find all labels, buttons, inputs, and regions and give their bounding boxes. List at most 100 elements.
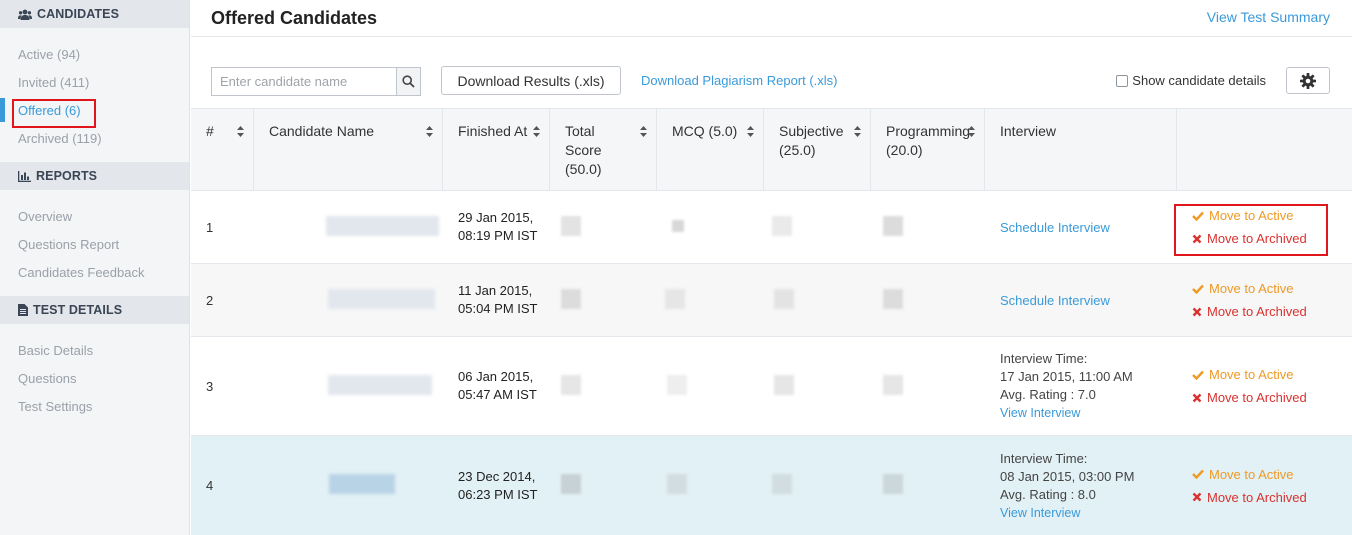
sort-icon bbox=[533, 126, 540, 137]
gear-icon bbox=[1300, 72, 1316, 89]
interview-cell: Schedule Interview bbox=[985, 293, 1177, 308]
subjective-score-redacted bbox=[764, 215, 871, 239]
show-candidate-details-toggle[interactable]: Show candidate details bbox=[1116, 73, 1266, 88]
search-box bbox=[211, 67, 421, 96]
subjective-score-redacted bbox=[764, 374, 871, 398]
subjective-score-redacted bbox=[764, 288, 871, 312]
total-score-redacted bbox=[550, 374, 657, 398]
interview-time-label: Interview Time: bbox=[1000, 351, 1088, 366]
view-interview-link[interactable]: View Interview bbox=[1000, 504, 1177, 522]
candidate-name-redacted[interactable] bbox=[254, 374, 443, 398]
candidates-section-header: CANDIDATES bbox=[0, 0, 189, 28]
row-number: 2 bbox=[206, 292, 214, 308]
column-header-programming[interactable]: Programming (20.0) bbox=[871, 109, 985, 190]
actions-cell: Move to Active Move to Archived bbox=[1177, 363, 1352, 409]
sort-icon bbox=[237, 126, 244, 137]
close-icon bbox=[1192, 393, 1202, 402]
check-icon bbox=[1192, 211, 1204, 221]
move-to-archived-button[interactable]: Move to Archived bbox=[1192, 300, 1352, 323]
column-header-subjective[interactable]: Subjective (25.0) bbox=[764, 109, 871, 190]
sidebar-item-candidates-feedback[interactable]: Candidates Feedback bbox=[0, 258, 189, 286]
move-to-active-button[interactable]: Move to Active bbox=[1192, 204, 1352, 227]
check-icon bbox=[1192, 469, 1204, 479]
move-to-active-button[interactable]: Move to Active bbox=[1192, 277, 1352, 300]
row-number: 1 bbox=[206, 219, 214, 235]
candidate-name-redacted[interactable] bbox=[254, 288, 443, 312]
sidebar-item-questions[interactable]: Questions bbox=[0, 364, 189, 392]
column-header-mcq[interactable]: MCQ (5.0) bbox=[657, 109, 764, 190]
candidates-list: Active (94) Invited (411) Offered (6) Ar… bbox=[0, 28, 189, 162]
view-interview-link[interactable]: View Interview bbox=[1000, 404, 1177, 422]
column-header-number[interactable]: # bbox=[191, 109, 254, 190]
table-row: 1 29 Jan 2015, 08:19 PM IST Schedule Int… bbox=[191, 191, 1352, 264]
download-results-button[interactable]: Download Results (.xls) bbox=[441, 66, 621, 95]
move-to-archived-button[interactable]: Move to Archived bbox=[1192, 227, 1352, 250]
search-button[interactable] bbox=[396, 68, 420, 95]
programming-score-redacted bbox=[871, 215, 985, 239]
interview-time-label: Interview Time: bbox=[1000, 450, 1088, 466]
total-score-redacted bbox=[550, 215, 657, 239]
row-number: 3 bbox=[206, 378, 214, 394]
reports-list: Overview Questions Report Candidates Fee… bbox=[0, 190, 189, 296]
sidebar-item-offered[interactable]: Offered (6) bbox=[0, 96, 189, 124]
finished-at-cell: 11 Jan 2015, 05:04 PM IST bbox=[458, 283, 538, 316]
column-header-interview: Interview bbox=[985, 109, 1177, 190]
check-icon bbox=[1192, 284, 1204, 294]
sort-icon bbox=[640, 126, 647, 137]
toolbar: Download Results (.xls) Download Plagiar… bbox=[211, 66, 1330, 96]
sort-icon bbox=[747, 126, 754, 137]
schedule-interview-link[interactable]: Schedule Interview bbox=[1000, 220, 1110, 235]
page-title: Offered Candidates bbox=[211, 8, 378, 28]
table-row-selected: 4 23 Dec 2014, 06:23 PM IST Interview Ti… bbox=[191, 436, 1352, 535]
bar-chart-icon bbox=[18, 170, 31, 182]
sidebar-item-test-settings[interactable]: Test Settings bbox=[0, 392, 189, 420]
mcq-score-redacted bbox=[657, 474, 764, 497]
close-icon bbox=[1192, 234, 1202, 243]
search-icon bbox=[402, 75, 415, 88]
column-header-actions bbox=[1177, 109, 1352, 190]
candidate-name-redacted[interactable] bbox=[254, 215, 443, 239]
candidate-name-redacted[interactable] bbox=[254, 474, 443, 497]
settings-button[interactable] bbox=[1286, 67, 1330, 94]
interview-cell: Interview Time: 17 Jan 2015, 11:00 AM Av… bbox=[985, 350, 1177, 422]
test-details-list: Basic Details Questions Test Settings bbox=[0, 324, 189, 430]
test-details-section-header: TEST DETAILS bbox=[0, 296, 189, 324]
sidebar-item-invited[interactable]: Invited (411) bbox=[0, 68, 189, 96]
sidebar: CANDIDATES Active (94) Invited (411) Off… bbox=[0, 0, 190, 535]
sidebar-item-overview[interactable]: Overview bbox=[0, 202, 189, 230]
users-icon bbox=[18, 9, 32, 20]
move-to-active-button[interactable]: Move to Active bbox=[1192, 363, 1352, 386]
close-icon bbox=[1192, 307, 1202, 316]
column-header-total-score[interactable]: Total Score (50.0) bbox=[550, 109, 657, 190]
show-details-checkbox[interactable] bbox=[1116, 74, 1129, 87]
actions-cell: Move to Active Move to Archived bbox=[1177, 463, 1352, 509]
sidebar-item-questions-report[interactable]: Questions Report bbox=[0, 230, 189, 258]
schedule-interview-link[interactable]: Schedule Interview bbox=[1000, 293, 1110, 308]
move-to-archived-button[interactable]: Move to Archived bbox=[1192, 486, 1352, 509]
candidates-table: # Candidate Name Finished At Total Score… bbox=[191, 108, 1352, 535]
avg-rating: Avg. Rating : 7.0 bbox=[1000, 387, 1096, 402]
actions-cell: Move to Active Move to Archived bbox=[1177, 277, 1352, 323]
reports-header-label: REPORTS bbox=[36, 169, 98, 183]
mcq-score-redacted bbox=[657, 374, 764, 398]
sort-icon bbox=[854, 126, 861, 137]
sidebar-item-active[interactable]: Active (94) bbox=[0, 40, 189, 68]
view-test-summary-link[interactable]: View Test Summary bbox=[1207, 9, 1330, 25]
reports-section-header: REPORTS bbox=[0, 162, 189, 190]
table-header: # Candidate Name Finished At Total Score… bbox=[191, 108, 1352, 191]
column-header-finished-at[interactable]: Finished At bbox=[443, 109, 550, 190]
candidates-header-label: CANDIDATES bbox=[37, 7, 120, 21]
document-icon bbox=[18, 304, 28, 316]
finished-at-cell: 29 Jan 2015, 08:19 PM IST bbox=[458, 210, 538, 243]
column-header-candidate-name[interactable]: Candidate Name bbox=[254, 109, 443, 190]
sidebar-item-archived[interactable]: Archived (119) bbox=[0, 124, 189, 152]
mcq-score-redacted bbox=[657, 219, 764, 235]
close-icon bbox=[1192, 492, 1202, 502]
move-to-archived-button[interactable]: Move to Archived bbox=[1192, 386, 1352, 409]
search-input[interactable] bbox=[212, 68, 396, 95]
sidebar-item-basic-details[interactable]: Basic Details bbox=[0, 336, 189, 364]
table-row: 3 06 Jan 2015, 05:47 AM IST Interview Ti… bbox=[191, 337, 1352, 436]
show-details-label: Show candidate details bbox=[1132, 73, 1266, 88]
download-plagiarism-link[interactable]: Download Plagiarism Report (.xls) bbox=[641, 73, 838, 88]
move-to-active-button[interactable]: Move to Active bbox=[1192, 463, 1352, 486]
